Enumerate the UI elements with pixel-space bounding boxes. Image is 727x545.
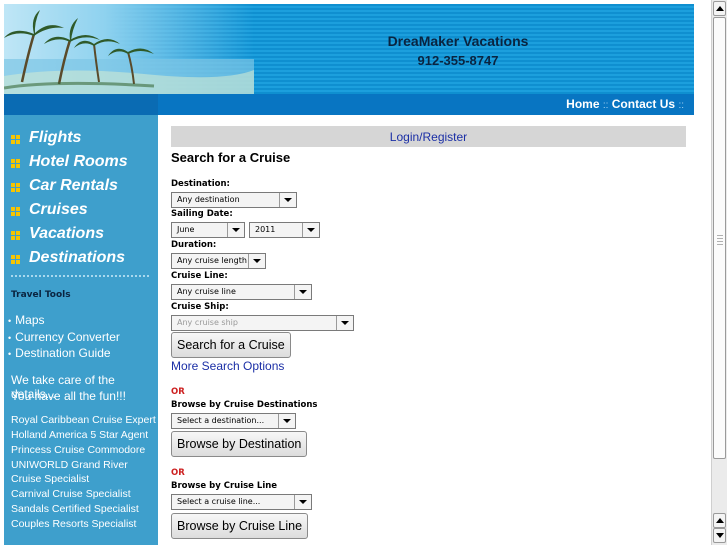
chevron-down-icon — [294, 285, 311, 299]
chevron-down-icon — [336, 316, 353, 330]
sidebar: Flights Hotel Rooms Car Rentals Cruises … — [4, 115, 158, 545]
search-cruise-button[interactable]: Search for a Cruise — [171, 332, 291, 358]
bullet: • — [8, 333, 12, 343]
tagline-line-2: You have all the fun!!! — [11, 389, 126, 403]
tool-label: Destination Guide — [15, 346, 111, 360]
chevron-down-icon — [294, 495, 311, 509]
browse-destination-button[interactable]: Browse by Destination — [171, 431, 308, 457]
chevron-down-icon — [227, 223, 244, 237]
browse-cruise-line-value: Select a cruise line... — [177, 497, 261, 506]
month-value: June — [177, 225, 195, 234]
cruise-line-value: Any cruise line — [177, 287, 236, 296]
bullet: • — [8, 349, 12, 359]
tool-link-currency-converter[interactable]: • Currency Converter — [8, 330, 120, 344]
bullet: • — [8, 316, 12, 326]
sidebar-item-label: Flights — [29, 129, 82, 146]
company-name: DreaMaker Vacations — [387, 33, 529, 49]
specialty-item: Couples Resorts Specialist — [11, 518, 137, 530]
sidebar-divider — [11, 275, 149, 277]
sidebar-item-label: Cruises — [29, 201, 88, 218]
specialty-item: Princess Cruise Commodore — [11, 444, 146, 456]
browse-destination-select[interactable]: Select a destination... — [171, 413, 296, 429]
menu-square-icon — [11, 207, 21, 217]
duration-select[interactable]: Any cruise length — [171, 253, 266, 269]
site-header: DreaMaker Vacations 912-355-8747 — [4, 4, 694, 94]
destination-select[interactable]: Any destination — [171, 192, 297, 208]
nav-contact-link[interactable]: Contact Us — [612, 97, 675, 111]
company-phone: 912-355-8747 — [417, 53, 499, 68]
or-separator: OR — [171, 387, 185, 397]
scroll-down-icon[interactable] — [713, 528, 726, 543]
specialty-item: UNIWORLD Grand River — [11, 459, 128, 471]
specialty-item: Carnival Cruise Specialist — [11, 488, 131, 500]
scrollbar-thumb[interactable] — [713, 17, 726, 459]
cruise-line-select[interactable]: Any cruise line — [171, 284, 312, 300]
scroll-up-icon[interactable] — [713, 513, 726, 528]
nav-links: Home :: Contact Us :: — [566, 97, 684, 111]
sidebar-item-label: Destinations — [29, 249, 126, 266]
vertical-scrollbar[interactable] — [711, 0, 727, 545]
scroll-up-icon[interactable] — [713, 1, 726, 16]
or-separator: OR — [171, 468, 185, 478]
duration-value: Any cruise length — [177, 256, 247, 265]
specialty-item: Royal Caribbean Cruise Expert — [11, 414, 156, 426]
menu-square-icon — [11, 159, 21, 169]
sidebar-item-label: Hotel Rooms — [29, 153, 128, 170]
duration-label: Duration: — [171, 240, 217, 250]
palm-tree-image — [4, 4, 254, 94]
browse-destinations-label: Browse by Cruise Destinations — [171, 400, 318, 410]
page: DreaMaker Vacations 912-355-8747 Home ::… — [0, 0, 711, 545]
browse-cruise-line-button[interactable]: Browse by Cruise Line — [171, 513, 309, 539]
tool-link-destination-guide[interactable]: • Destination Guide — [8, 346, 111, 360]
search-title: Search for a Cruise — [171, 150, 291, 165]
cruise-ship-label: Cruise Ship: — [171, 302, 229, 312]
menu-square-icon — [11, 183, 21, 193]
destination-label: Destination: — [171, 179, 230, 189]
menu-square-icon — [11, 231, 21, 241]
year-select[interactable]: 2011 — [249, 222, 320, 238]
sailing-date-label: Sailing Date: — [171, 209, 233, 219]
cruise-ship-value: Any cruise ship — [177, 318, 238, 327]
nav-separator: :: — [602, 100, 609, 111]
browse-destination-value: Select a destination... — [177, 416, 265, 425]
nav-left-block — [4, 94, 158, 115]
sidebar-item-label: Vacations — [29, 225, 104, 242]
chevron-down-icon — [248, 254, 265, 268]
login-register-link[interactable]: Login/Register — [390, 130, 467, 144]
month-select[interactable]: June — [171, 222, 245, 238]
sidebar-item-label: Car Rentals — [29, 177, 118, 194]
more-search-options-link[interactable]: More Search Options — [171, 359, 284, 373]
nav-separator: :: — [678, 100, 684, 111]
chevron-down-icon — [279, 193, 296, 207]
travel-tools-heading: Travel Tools — [11, 290, 71, 300]
tool-link-maps[interactable]: • Maps — [8, 313, 45, 327]
specialty-item: Holland America 5 Star Agent — [11, 429, 149, 441]
tool-label: Currency Converter — [15, 330, 120, 344]
chevron-down-icon — [302, 223, 319, 237]
year-value: 2011 — [255, 225, 276, 234]
cruise-ship-select[interactable]: Any cruise ship — [171, 315, 354, 331]
menu-square-icon — [11, 255, 21, 265]
browse-cruise-line-select[interactable]: Select a cruise line... — [171, 494, 312, 510]
destination-value: Any destination — [177, 195, 240, 204]
login-bar: Login/Register — [171, 126, 686, 147]
chevron-down-icon — [278, 414, 295, 428]
tool-label: Maps — [15, 313, 45, 327]
cruise-line-label: Cruise Line: — [171, 271, 228, 281]
nav-home-link[interactable]: Home — [566, 97, 599, 111]
specialty-item: Cruise Specialist — [11, 473, 90, 485]
browse-cruise-line-label: Browse by Cruise Line — [171, 481, 278, 491]
specialty-item: Sandals Certified Specialist — [11, 503, 139, 515]
menu-square-icon — [11, 135, 21, 145]
scrollbar-grip — [717, 233, 723, 245]
top-nav: Home :: Contact Us :: — [4, 94, 694, 115]
